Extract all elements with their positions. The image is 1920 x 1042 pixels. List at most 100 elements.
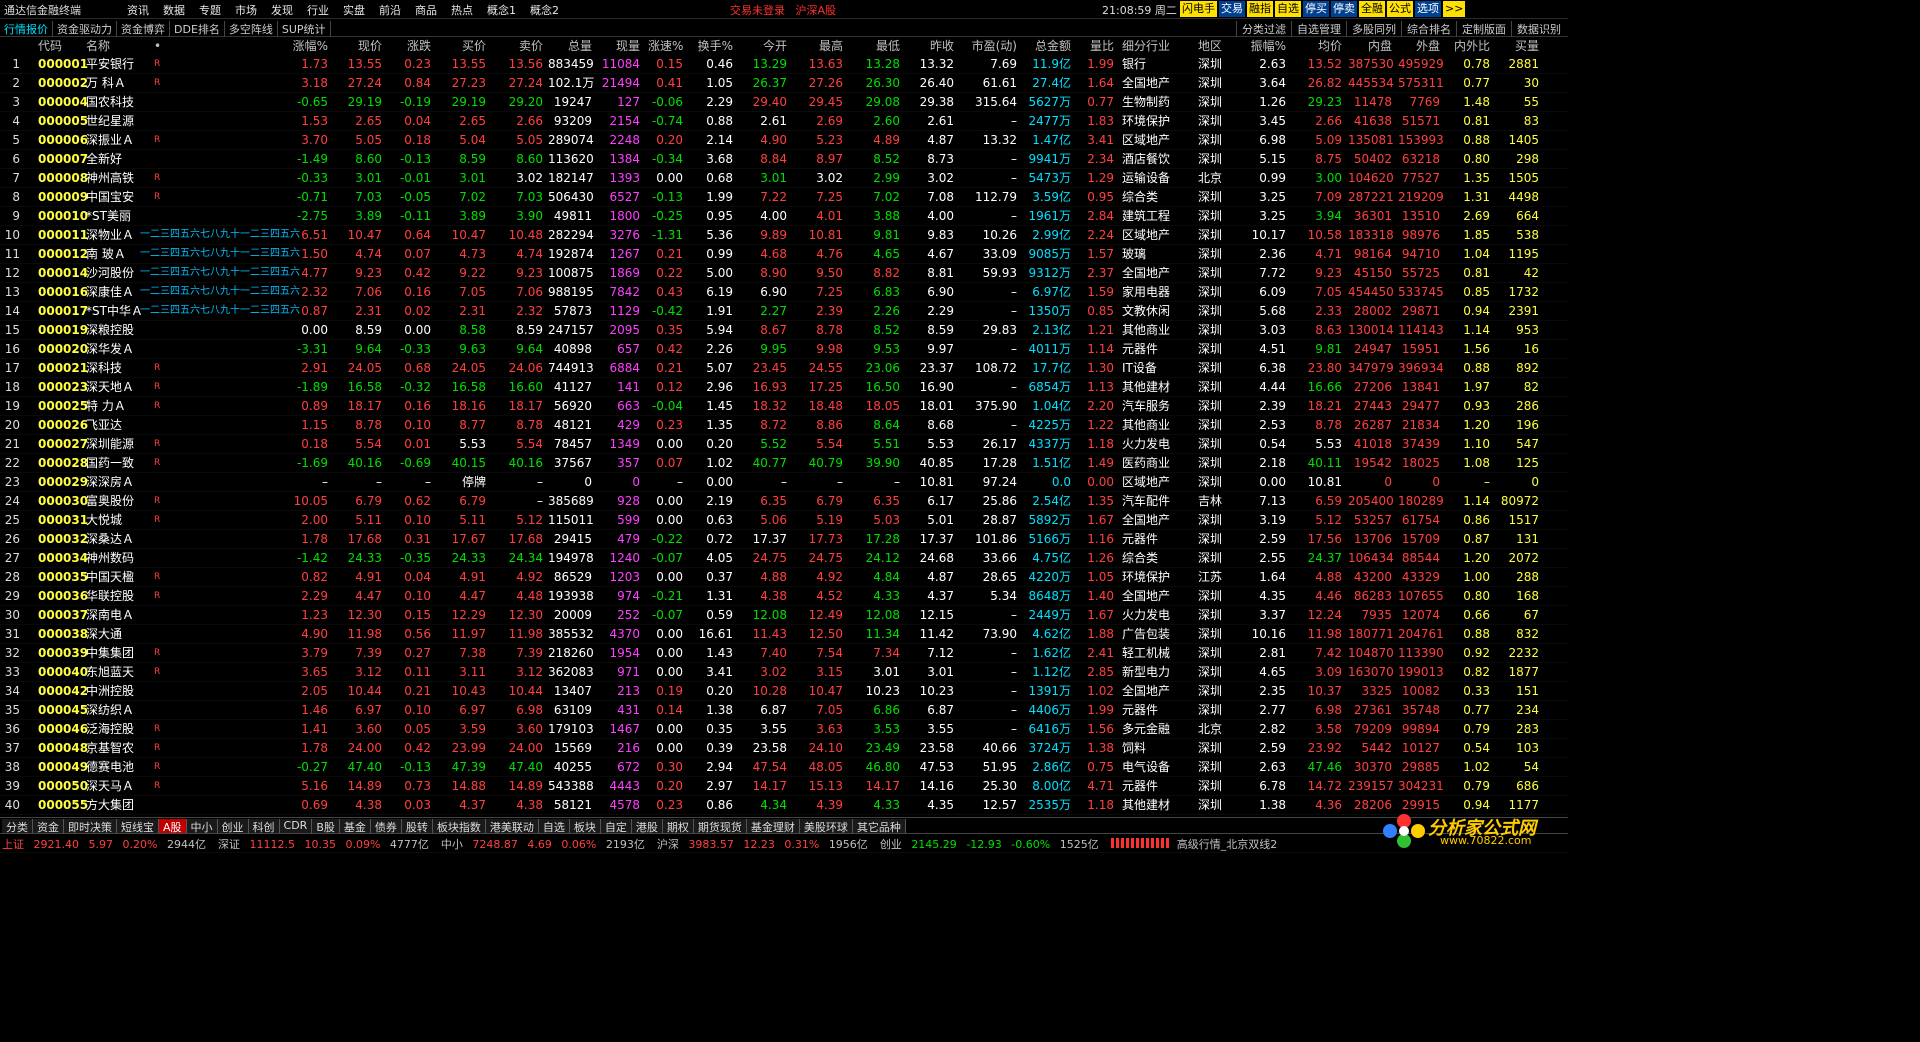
col-header[interactable]: 最低 [850,37,900,55]
table-row[interactable]: 38 000049 德赛电池 R -0.27 47.40 -0.13 47.39 47.40 40… [0,758,1568,777]
col-header[interactable]: 今开 [743,37,787,55]
table-row[interactable]: 9 000010 *ST美丽 -2.75 3.89 -0.11 3.89 3.90 49811 1… [0,207,1568,226]
col-header[interactable]: 名称 [86,37,154,55]
table-row[interactable]: 24 000030 富奥股份 R 10.05 6.79 0.62 6.79 –385689 928… [0,492,1568,511]
col-header[interactable]: 内外比 [1448,37,1490,55]
menu-item[interactable]: 发现 [264,2,300,18]
table-row[interactable]: 18 000023 深天地Ａ R -1.89 16.58 -0.32 16.58 16.60 41… [0,378,1568,397]
menu-item[interactable]: 热点 [444,2,480,18]
col-header[interactable]: 买价 [442,37,486,55]
col-header[interactable]: 地区 [1198,37,1228,55]
menu-item[interactable]: 专题 [192,2,228,18]
table-row[interactable]: 33 000040 东旭蓝天 R 3.65 3.12 0.11 3.11 3.12 362083 9… [0,663,1568,682]
table-row[interactable]: 30 000037 深南电Ａ 1.23 12.30 0.15 12.29 12.30 20009… [0,606,1568,625]
col-header[interactable]: 涨速% [648,37,683,55]
view-tab[interactable]: 行情报价 [0,21,53,37]
table-row[interactable]: 10 000011 深物业Ａ 6.51 10.47 0.64 10.47 10.48 28229… [0,226,1568,245]
menu-item[interactable]: 资讯 [120,2,156,18]
table-row[interactable]: 4 000005 世纪星源 1.53 2.65 0.04 2.65 2.66 93209 2154… [0,112,1568,131]
table-row[interactable]: 22 000028 国药一致 R -1.69 40.16 -0.69 40.15 40.16 37… [0,454,1568,473]
menu-item[interactable]: 前沿 [372,2,408,18]
top-button[interactable]: 选项 [1415,1,1441,17]
col-header[interactable]: 总量 [548,37,592,55]
col-header[interactable]: 细分行业 [1122,37,1184,55]
col-header[interactable]: 总金额 [1027,37,1071,55]
table-row[interactable]: 34 000042 中洲控股 2.05 10.44 0.21 10.43 10.44 13407… [0,682,1568,701]
col-header[interactable]: 现量 [598,37,640,55]
view-tab-right[interactable]: 自选管理 [1291,21,1346,37]
view-tab-right[interactable]: 分类过滤 [1236,21,1291,37]
table-row[interactable]: 36 000046 泛海控股 R 1.41 3.60 0.05 3.59 3.60 179103 1… [0,720,1568,739]
top-button[interactable]: 交易 [1219,1,1245,17]
col-header[interactable]: 振幅% [1248,37,1286,55]
col-header[interactable]: 涨跌 [393,37,431,55]
view-tab[interactable]: 多空阵线 [225,21,278,37]
table-row[interactable]: 35 000045 深纺织Ａ 1.46 6.97 0.10 6.97 6.98 63109 431… [0,701,1568,720]
table-row[interactable]: 11 000012 南 玻Ａ 1.50 4.74 0.07 4.73 4.74 192874 12… [0,245,1568,264]
menu-item[interactable]: 实盘 [336,2,372,18]
col-header[interactable]: 外盘 [1398,37,1440,55]
table-row[interactable]: 17 000021 深科技 R 2.91 24.05 0.68 24.05 24.06 74491… [0,359,1568,378]
table-row[interactable]: 26 000032 深桑达Ａ 1.78 17.68 0.31 17.67 17.68 29415… [0,530,1568,549]
col-header[interactable]: 量比 [1081,37,1114,55]
table-row[interactable]: 5 000006 深振业Ａ R 3.70 5.05 0.18 5.04 5.05 289074 22… [0,131,1568,150]
table-row[interactable]: 16 000020 深华发Ａ -3.31 9.64 -0.33 9.63 9.64 40898 6… [0,340,1568,359]
table-row[interactable]: 15 000019 深粮控股 0.00 8.59 0.00 8.58 8.59 247157 20… [0,321,1568,340]
index-sz[interactable]: 深证 11112.5 10.35 0.09% 4777亿 [218,836,435,852]
col-header[interactable]: 昨收 [905,37,954,55]
top-button[interactable]: 融指 [1247,1,1273,17]
menu-item[interactable]: 数据 [156,2,192,18]
menu-item[interactable]: 概念1 [480,2,523,18]
top-button[interactable]: 闪电手 [1180,1,1217,17]
col-header[interactable]: 买量 [1497,37,1539,55]
top-button[interactable]: 自选 [1275,1,1301,17]
index-sh[interactable]: 上证 2921.40 5.97 0.20% 2944亿 [2,836,212,852]
menu-item[interactable]: 市场 [228,2,264,18]
col-header[interactable]: 代码 [38,37,86,55]
view-tab-right[interactable]: 多股同列 [1346,21,1401,37]
col-header[interactable]: 市盈(动) [960,37,1017,55]
top-button[interactable]: 公式 [1387,1,1413,17]
menu-item[interactable]: 概念2 [523,2,566,18]
col-header[interactable]: 均价 [1300,37,1342,55]
table-row[interactable]: 3 000004 国农科技 -0.65 29.19 -0.19 29.19 29.20 1924… [0,93,1568,112]
table-row[interactable]: 19 000025 特 力Ａ R 0.89 18.17 0.16 18.16 18.17 5692… [0,397,1568,416]
view-tab-right[interactable]: 综合排名 [1401,21,1456,37]
menu-item[interactable]: 商品 [408,2,444,18]
table-row[interactable]: 7 000008 神州高铁 R -0.33 3.01 -0.01 3.01 3.02 182147… [0,169,1568,188]
table-row[interactable]: 39 000050 深天马Ａ R 5.16 14.89 0.73 14.88 14.89 5433… [0,777,1568,796]
menu-item[interactable]: 行业 [300,2,336,18]
table-row[interactable]: 21 000027 深圳能源 R 0.18 5.54 0.01 5.53 5.54 78457 13… [0,435,1568,454]
table-row[interactable]: 14 000017 *ST中华Ａ 0.87 2.31 0.02 2.31 2.32 57873 1… [0,302,1568,321]
trade-status[interactable]: 交易未登录 沪深A股 [730,2,836,18]
table-row[interactable]: 23 000029 深深房Ａ – – – 停牌 –0 0–0.00– – –10.81 97.24 0.… [0,473,1568,492]
table-row[interactable]: 28 000035 中国天楹 R 0.82 4.91 0.04 4.91 4.92 86529 12… [0,568,1568,587]
table-row[interactable]: 12 000014 沙河股份 4.77 9.23 0.42 9.22 9.23 100875 18… [0,264,1568,283]
index-zx[interactable]: 中小 7248.87 4.69 0.06% 2193亿 [441,836,651,852]
table-row[interactable]: 6 000007 全新好 -1.49 8.60 -0.13 8.59 8.60 113620 13… [0,150,1568,169]
col-header[interactable]: 最高 [797,37,843,55]
top-button[interactable]: >> [1443,1,1466,17]
view-tab[interactable]: 资金博弈 [117,21,170,37]
table-row[interactable]: 31 000038 深大通 4.90 11.98 0.56 11.97 11.98 385532… [0,625,1568,644]
top-button[interactable]: 停买 [1303,1,1329,17]
col-header[interactable]: 内盘 [1348,37,1392,55]
col-header[interactable]: 卖价 [497,37,543,55]
index-cy[interactable]: 创业 2145.29 -12.93 -0.60% 1525亿 [880,836,1105,852]
view-tab[interactable]: SUP统计 [278,21,331,37]
table-row[interactable]: 20 000026 飞亚达 1.15 8.78 0.10 8.77 8.78 48121 429 0… [0,416,1568,435]
table-row[interactable]: 25 000031 大悦城 R 2.00 5.11 0.10 5.11 5.12 115011 59… [0,511,1568,530]
col-header[interactable]: • [154,37,164,55]
col-header[interactable] [0,37,20,55]
table-row[interactable]: 37 000048 京基智农 R 1.78 24.00 0.42 23.99 24.00 1556… [0,739,1568,758]
table-row[interactable]: 32 000039 中集集团 R 3.79 7.39 0.27 7.38 7.39 218260 1… [0,644,1568,663]
col-header[interactable]: 现价 [342,37,382,55]
view-tab[interactable]: DDE排名 [170,21,225,37]
table-row[interactable]: 8 000009 中国宝安 R -0.71 7.03 -0.05 7.02 7.03 506430… [0,188,1568,207]
table-row[interactable]: 40 000055 方大集团 0.69 4.38 0.03 4.37 4.38 58121 457… [0,796,1568,815]
top-button[interactable]: 停卖 [1331,1,1357,17]
view-tab-right[interactable]: 定制版面 [1456,21,1511,37]
table-row[interactable]: 29 000036 华联控股 R 2.29 4.47 0.10 4.47 4.48 193938 9… [0,587,1568,606]
col-header[interactable]: 换手% [693,37,733,55]
table-row[interactable]: 1 000001 平安银行 R 1.73 13.55 0.23 13.55 13.56 88345… [0,55,1568,74]
